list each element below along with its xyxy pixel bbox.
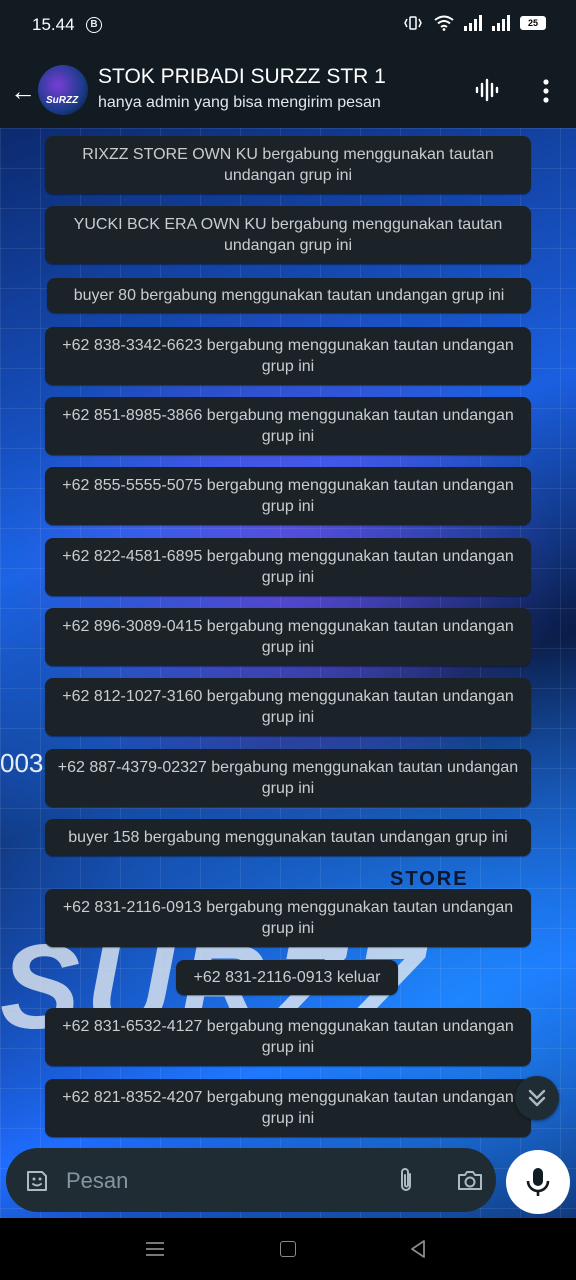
system-message[interactable]: +62 812-1027-3160 bergabung menggunakan … [45, 678, 531, 736]
double-chevron-down-icon [528, 1089, 546, 1107]
vibrate-icon [404, 16, 422, 30]
wallpaper-text-2: STORE [390, 868, 469, 890]
avatar-logo-text: SuRZZ [46, 95, 79, 106]
system-message[interactable]: +62 896-3089-0415 bergabung menggunakan … [45, 608, 531, 666]
chat-header: ← SuRZZ STOK PRIBADI SURZZ STR 1 hanya a… [0, 52, 576, 128]
signal-icon-1 [464, 15, 482, 31]
system-message[interactable]: buyer 158 bergabung menggunakan tautan u… [45, 819, 531, 856]
chat-area[interactable]: 003 STORE SURZZ RIXZZ STORE OWN KU berga… [0, 128, 576, 1218]
wallpaper-text-1: 003 [0, 748, 44, 778]
microphone-icon [526, 1168, 550, 1196]
system-navigation-bar [0, 1218, 576, 1280]
attach-icon[interactable] [394, 1166, 418, 1194]
signal-icon-2 [492, 15, 510, 31]
wifi-icon [434, 15, 454, 31]
group-subtitle: hanya admin yang bisa mengirim pesan [98, 94, 381, 111]
system-message[interactable]: +62 838-3342-6623 bergabung menggunakan … [45, 327, 531, 385]
system-message[interactable]: +62 887-4379-02327 bergabung menggunakan… [45, 749, 531, 807]
battery-icon: 25 [520, 16, 546, 30]
group-title[interactable]: STOK PRIBADI SURZZ STR 1 [98, 65, 386, 89]
emoji-sticker-icon[interactable] [24, 1168, 50, 1194]
system-message[interactable]: +62 851-8985-3866 bergabung menggunakan … [45, 397, 531, 455]
status-icons: 25 [402, 15, 546, 31]
camera-icon[interactable] [456, 1168, 484, 1192]
recent-apps-icon[interactable] [146, 1242, 164, 1256]
voice-chat-icon[interactable] [474, 78, 502, 102]
notification-b-icon: B [86, 17, 102, 33]
system-message[interactable]: buyer 80 bergabung menggunakan tautan un… [47, 278, 531, 313]
system-message[interactable]: RIXZZ STORE OWN KU bergabung menggunakan… [45, 136, 531, 194]
back-triangle-icon[interactable] [410, 1240, 426, 1258]
message-input-bar[interactable]: Pesan [6, 1148, 496, 1212]
system-message[interactable]: +62 822-4581-6895 bergabung menggunakan … [45, 538, 531, 596]
message-input[interactable]: Pesan [66, 1168, 128, 1194]
status-bar: 15.44 B 25 [0, 0, 576, 52]
system-message[interactable]: +62 831-2116-0913 bergabung menggunakan … [45, 889, 531, 947]
system-message[interactable]: +62 821-8352-4207 bergabung menggunakan … [45, 1079, 531, 1137]
group-avatar[interactable]: SuRZZ [38, 65, 88, 115]
home-icon[interactable] [280, 1241, 296, 1257]
system-message[interactable]: +62 831-2116-0913 keluar [176, 960, 398, 995]
more-options-icon[interactable] [536, 78, 556, 104]
system-message[interactable]: +62 855-5555-5075 bergabung menggunakan … [45, 467, 531, 525]
voice-record-button[interactable] [506, 1150, 570, 1214]
system-message[interactable]: +62 831-6532-4127 bergabung menggunakan … [45, 1008, 531, 1066]
scroll-to-bottom-button[interactable] [515, 1076, 559, 1120]
back-arrow-icon[interactable]: ← [10, 76, 36, 107]
system-message[interactable]: YUCKI BCK ERA OWN KU bergabung menggunak… [45, 206, 531, 264]
status-time: 15.44 [32, 15, 75, 34]
